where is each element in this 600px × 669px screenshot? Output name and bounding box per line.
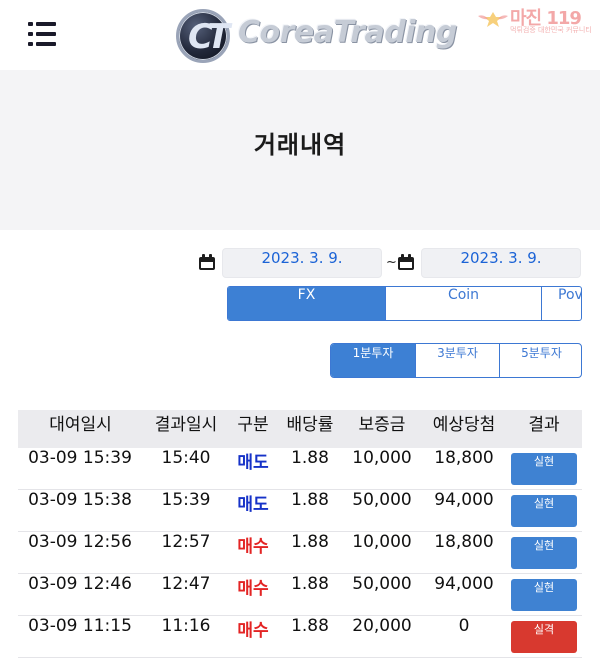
column-header-result-time: 결과일시	[154, 415, 218, 435]
odds-cell: 1.88	[291, 574, 329, 594]
duration-3min-button[interactable]: 3분투자	[415, 344, 499, 377]
deposit-cell: 10,000	[352, 448, 412, 468]
tab-coin[interactable]: Coin	[386, 287, 542, 320]
market-tabs: FX Coin Pov	[227, 286, 582, 321]
odds-cell: 1.88	[291, 490, 329, 510]
date-separator: ~	[386, 255, 397, 270]
type-cell: 매수	[237, 537, 269, 557]
rent-time-cell: 03-09 15:38	[28, 490, 132, 510]
title-band: 거래내역	[0, 70, 600, 230]
column-header-rent-time: 대여일시	[49, 415, 112, 435]
calendar-icon[interactable]	[199, 254, 215, 270]
rent-time-cell: 03-09 12:46	[28, 574, 132, 594]
wings-emblem-icon	[478, 12, 508, 27]
rent-time-cell: 03-09 15:39	[28, 448, 132, 468]
type-cell: 매도	[237, 495, 269, 515]
table-row: 03-09 12:56 12:57 매수 1.88 10,000 18,800 …	[18, 532, 582, 574]
table-row: 03-09 15:38 15:39 매도 1.88 50,000 94,000 …	[18, 490, 582, 532]
expected-cell: 18,800	[434, 448, 494, 468]
column-header-result: 결과	[528, 415, 560, 435]
odds-cell: 1.88	[291, 532, 329, 552]
calendar-icon[interactable]	[398, 254, 414, 270]
table-header: 대여일시 결과일시 구분 배당률 보증금 예상당첨 결과	[18, 410, 582, 448]
app-header: CT CoreaTrading 마진 119 먹튀검증 대한민국 커뮤니티	[0, 0, 600, 70]
date-from-field[interactable]: 2023. 3. 9.	[222, 248, 382, 278]
table-row: 03-09 15:39 15:40 매도 1.88 10,000 18,800 …	[18, 448, 582, 490]
result-time-cell: 11:16	[161, 616, 211, 636]
odds-cell: 1.88	[291, 448, 329, 468]
hamburger-menu-icon[interactable]	[28, 22, 56, 46]
logo-emblem-icon: CT	[176, 9, 230, 63]
table-row: 03-09 12:46 12:47 매수 1.88 50,000 94,000 …	[18, 574, 582, 616]
result-time-cell: 15:39	[161, 490, 211, 510]
rent-time-cell: 03-09 12:56	[28, 532, 132, 552]
result-button[interactable]: 실격	[511, 621, 577, 653]
deposit-cell: 10,000	[352, 532, 412, 552]
deposit-cell: 50,000	[352, 490, 412, 510]
result-button[interactable]: 실현	[511, 537, 577, 569]
odds-cell: 1.88	[291, 616, 329, 636]
expected-cell: 18,800	[434, 532, 494, 552]
expected-cell: 94,000	[434, 574, 494, 594]
column-header-type: 구분	[237, 415, 269, 435]
deposit-cell: 20,000	[352, 616, 412, 636]
watermark-logo: 마진 119 먹튀검증 대한민국 커뮤니티	[474, 4, 592, 38]
deposit-cell: 50,000	[352, 574, 412, 594]
result-button[interactable]: 실현	[511, 495, 577, 527]
result-time-cell: 12:47	[161, 574, 211, 594]
tab-fx[interactable]: FX	[228, 287, 386, 320]
duration-1min-button[interactable]: 1분투자	[331, 344, 415, 377]
result-button[interactable]: 실현	[511, 453, 577, 485]
duration-selector: 1분투자 3분투자 5분투자	[330, 343, 582, 378]
tab-pov[interactable]: Pov	[542, 287, 581, 320]
column-header-odds: 배당률	[286, 415, 334, 435]
rent-time-cell: 03-09 11:15	[28, 616, 132, 636]
type-cell: 매수	[237, 579, 269, 599]
type-cell: 매도	[237, 453, 269, 473]
table-row: 03-09 11:15 11:16 매수 1.88 20,000 0 실격	[18, 616, 582, 658]
logo-text: CoreaTrading	[238, 15, 457, 50]
expected-cell: 0	[458, 616, 470, 636]
brand-logo[interactable]: CT CoreaTrading	[176, 9, 457, 63]
watermark-subtitle: 먹튀검증 대한민국 커뮤니티	[510, 26, 592, 34]
type-cell: 매수	[237, 621, 269, 641]
column-header-expected: 예상당첨	[432, 415, 496, 435]
result-button[interactable]: 실현	[511, 579, 577, 611]
result-time-cell: 12:57	[161, 532, 211, 552]
column-header-deposit: 보증금	[358, 415, 406, 435]
page-title: 거래내역	[253, 131, 347, 159]
result-time-cell: 15:40	[161, 448, 211, 468]
expected-cell: 94,000	[434, 490, 494, 510]
duration-5min-button[interactable]: 5분투자	[499, 344, 581, 377]
date-to-field[interactable]: 2023. 3. 9.	[421, 248, 581, 278]
